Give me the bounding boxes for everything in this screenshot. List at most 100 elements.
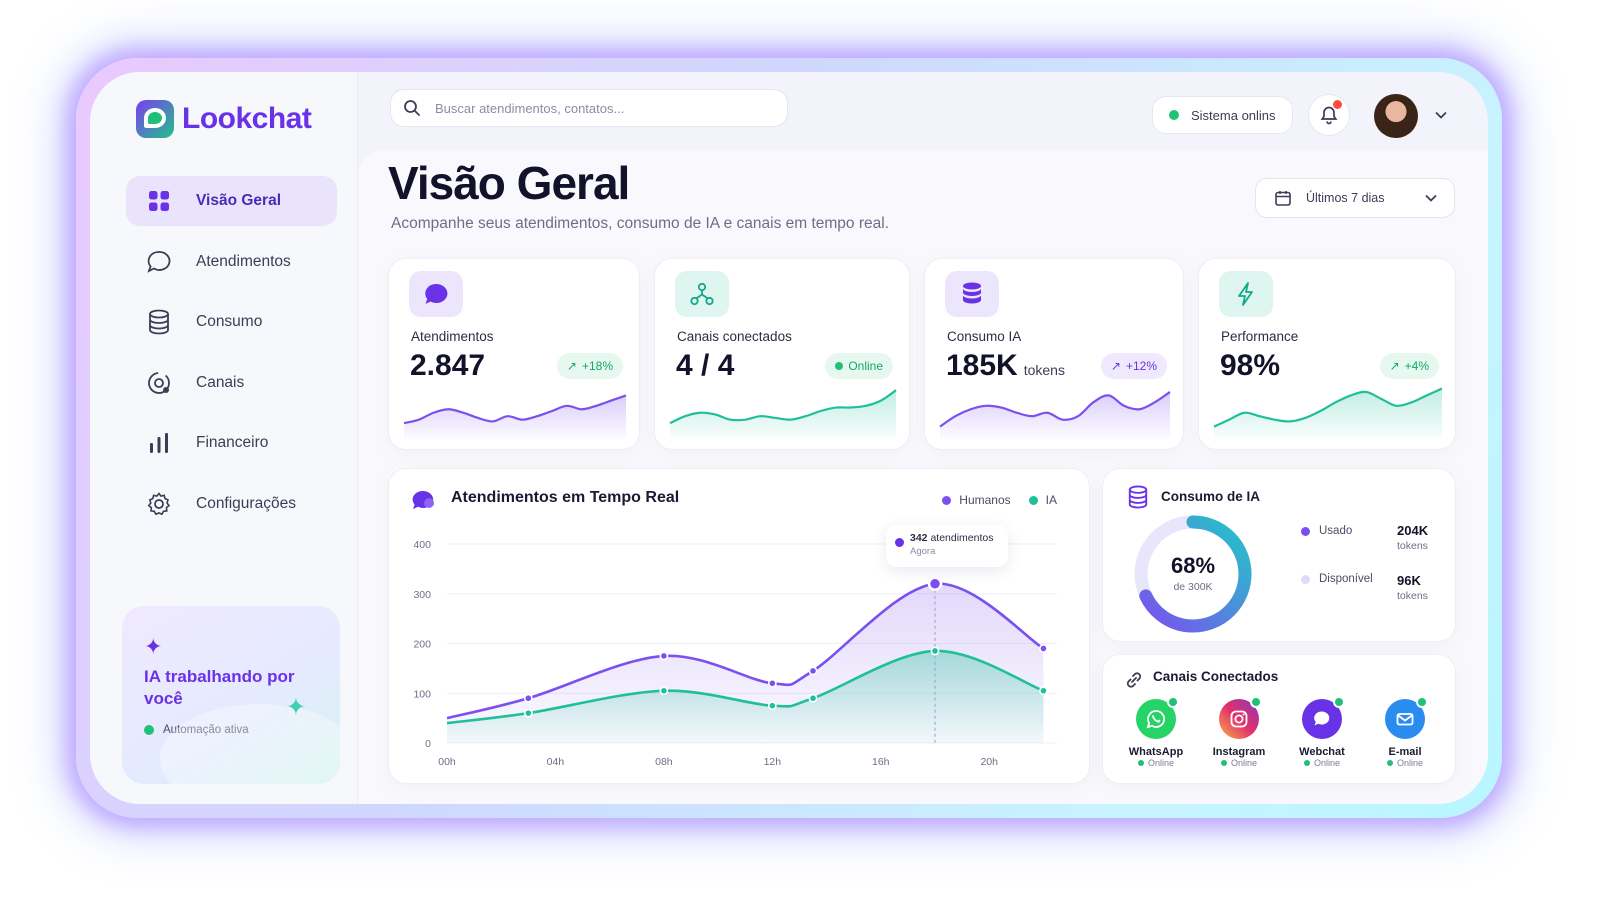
channel-webchat[interactable]: Webchat Online [1287, 696, 1357, 768]
data-point[interactable] [808, 693, 818, 703]
content-area: Visão Geral Acompanhe seus atendimentos,… [358, 150, 1488, 804]
date-range-select[interactable]: Últimos 7 dias [1255, 178, 1455, 218]
tooltip-label: atendimentos [930, 532, 994, 544]
channels-title: Canais Conectados [1153, 669, 1279, 684]
chat-bubble-icon [409, 271, 463, 317]
channel-status-label: Online [1230, 758, 1257, 768]
data-point[interactable] [927, 576, 943, 592]
sidebar-item-consumo[interactable]: Consumo [126, 297, 337, 347]
network-icon [675, 271, 729, 317]
device-frame: Lookchat Visão Geral Atendimentos Consum… [76, 58, 1502, 818]
data-point[interactable] [1039, 686, 1048, 696]
data-point[interactable] [767, 678, 777, 688]
x-tick-label: 00h [438, 756, 456, 768]
kpi-sparkline [403, 394, 627, 439]
kpi-trend-value: +18% [581, 359, 613, 373]
data-point[interactable] [523, 708, 533, 718]
kpi-card-performance[interactable]: Performance 98% ↗ +4% [1198, 258, 1456, 450]
data-point[interactable] [523, 693, 533, 703]
channel-instagram[interactable]: Instagram Online [1204, 696, 1274, 768]
app-logo[interactable]: Lookchat [136, 100, 337, 138]
sidebar-item-configuracoes[interactable]: Configurações [126, 479, 337, 529]
kpi-card-canais[interactable]: Canais conectados 4 / 4 Online [654, 258, 910, 450]
realtime-chart-card: Atendimentos em Tempo Real Humanos IA 01… [388, 468, 1090, 784]
usage-percent: 68% [1170, 553, 1216, 578]
search-placeholder: Buscar atendimentos, contatos... [435, 100, 625, 116]
promo-decoration [160, 704, 340, 784]
search-icon [404, 100, 420, 116]
sidebar-item-label: Atendimentos [196, 252, 291, 270]
usage-available-value: 96K tokens [1397, 573, 1428, 602]
ia-usage-card: Consumo de IA 68% de 300K Usado 204K toke… [1102, 468, 1456, 642]
channels-icon [146, 370, 172, 396]
kpi-value-number: 185K [946, 349, 1018, 382]
usage-used-value: 204K tokens [1397, 523, 1428, 552]
kpi-card-consumo-ia[interactable]: Consumo IA 185K tokens ↗ +12% [924, 258, 1184, 450]
status-dot [1137, 760, 1144, 766]
usage-used-label: Usado [1319, 525, 1353, 537]
chevron-down-icon[interactable] [1434, 108, 1448, 122]
grid-icon [146, 188, 172, 214]
webchat-icon [1302, 696, 1345, 739]
ai-promo-card[interactable]: ✦ IA trabalhando por você Automação ativ… [122, 606, 340, 784]
sidebar-item-label: Canais [196, 373, 245, 391]
kpi-unit: tokens [1023, 362, 1065, 378]
kpi-value: 185K tokens [946, 349, 1065, 383]
sidebar-item-atendimentos[interactable]: Atendimentos [126, 237, 337, 287]
usage-available-label: Disponível [1319, 573, 1373, 585]
logo-icon [136, 100, 174, 138]
kpi-sparkline [669, 389, 897, 439]
system-status-badge[interactable]: Sistema onlins [1152, 96, 1293, 134]
sidebar-item-visao-geral[interactable]: Visão Geral [126, 176, 337, 226]
status-dot [1303, 760, 1310, 766]
kpi-value: 2.847 [410, 349, 485, 383]
y-tick-label: 400 [413, 539, 431, 551]
kpi-trend-badge: ↗ +4% [1379, 353, 1439, 379]
y-tick-label: 100 [413, 688, 431, 700]
chevron-down-icon [1425, 194, 1437, 202]
channel-status-label: Online [1396, 758, 1423, 768]
kpi-value-number: 98% [1220, 349, 1281, 382]
kpi-label: Canais conectados [677, 329, 792, 344]
kpi-trend-value: +12% [1125, 359, 1157, 373]
usage-total: de 300K [1173, 581, 1213, 593]
app-window: Lookchat Visão Geral Atendimentos Consum… [90, 72, 1488, 804]
data-point[interactable] [659, 651, 669, 661]
channel-email[interactable]: E-mail Online [1370, 696, 1440, 768]
x-tick-label: 16h [872, 756, 890, 768]
usage-used-number: 204K [1397, 523, 1429, 538]
channel-status: Online [1204, 758, 1274, 768]
online-indicator [1416, 696, 1428, 708]
usage-available-unit: tokens [1397, 590, 1428, 602]
realtime-chart[interactable]: 0 100 200 300 400 00h 04h 08h 12h 16h 20h [389, 469, 1091, 785]
data-point[interactable] [659, 686, 669, 696]
sidebar-nav: Visão Geral Atendimentos Consumo Canais … [126, 176, 337, 529]
data-point[interactable] [808, 666, 818, 676]
channel-whatsapp[interactable]: WhatsApp Online [1121, 696, 1191, 768]
channels-card: Canais Conectados WhatsApp Online Instag… [1102, 654, 1456, 784]
chart-tooltip: 342 atendimentos Agora [886, 525, 1008, 567]
sidebar-item-label: Consumo [196, 313, 263, 330]
user-avatar[interactable] [1374, 94, 1418, 138]
x-tick-label: 08h [655, 756, 673, 768]
sparkline-area [670, 390, 896, 439]
arrow-up-right-icon: ↗ [1110, 359, 1121, 373]
status-dot [835, 362, 844, 370]
kpi-trend-value: +4% [1404, 359, 1429, 373]
status-dot [144, 725, 154, 735]
data-point[interactable] [930, 646, 940, 656]
sidebar-item-canais[interactable]: Canais [126, 358, 337, 408]
y-tick-label: 0 [425, 738, 431, 750]
search-input[interactable]: Buscar atendimentos, contatos... [390, 89, 788, 127]
sidebar-item-financeiro[interactable]: Financeiro [126, 418, 337, 468]
data-point[interactable] [767, 701, 777, 711]
kpi-trend-badge: ↗ +18% [556, 353, 623, 379]
notifications-button[interactable] [1308, 94, 1350, 136]
data-point[interactable] [1039, 644, 1048, 653]
bar-chart-icon [146, 430, 172, 456]
channel-status: Online [1287, 758, 1357, 768]
usage-available-number: 96K [1397, 573, 1421, 588]
kpi-card-atendimentos[interactable]: Atendimentos 2.847 ↗ +18% [388, 258, 640, 450]
link-icon [1126, 672, 1142, 688]
kpi-sparkline [1213, 387, 1443, 439]
